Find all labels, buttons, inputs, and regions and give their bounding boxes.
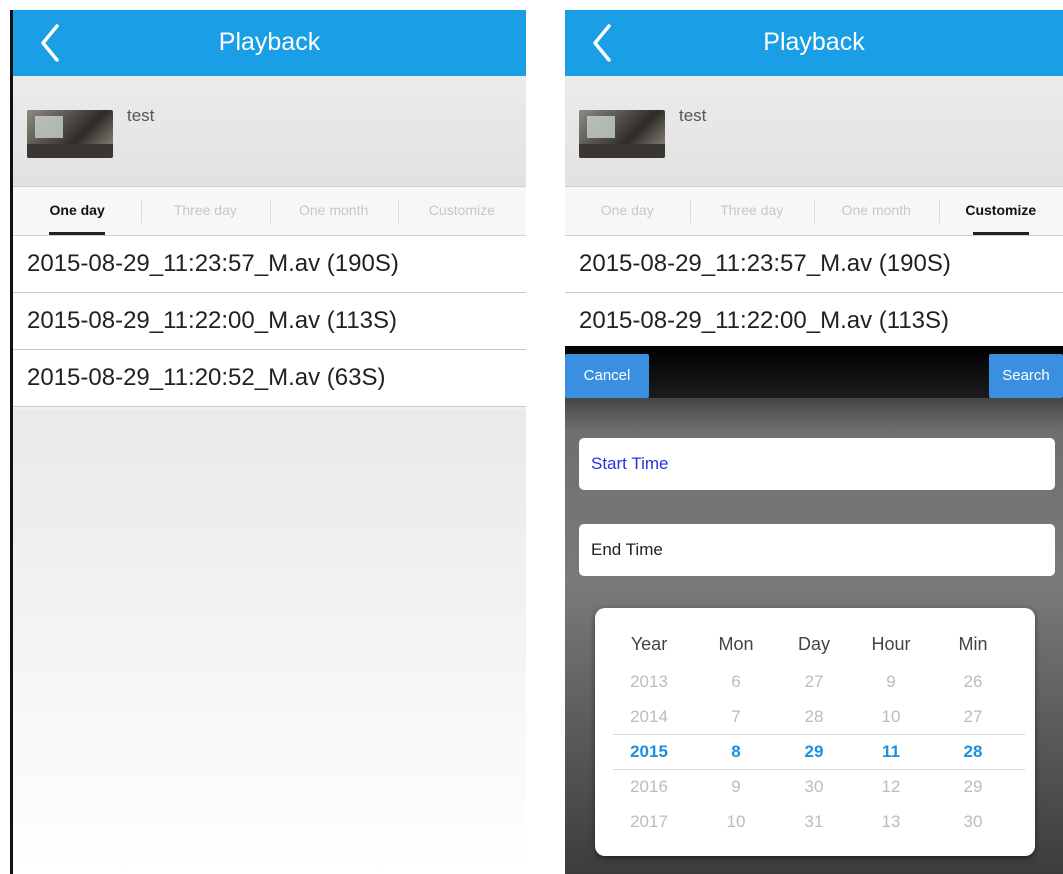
custom-time-dialog: Cancel Search Start Time End Time Year 2… xyxy=(565,346,1063,874)
recording-list: 2015-08-29_11:23:57_M.av (190S) 2015-08-… xyxy=(565,236,1063,350)
period-tabs: One day Three day One month Customize xyxy=(13,187,526,236)
tab-three-day[interactable]: Three day xyxy=(689,187,815,235)
tab-customize[interactable]: Customize xyxy=(938,187,1063,235)
recording-item[interactable]: 2015-08-29_11:20:52_M.av (63S) xyxy=(13,350,526,407)
tab-one-month[interactable]: One month xyxy=(814,187,939,235)
picker-value[interactable]: 27 xyxy=(937,699,1009,734)
start-time-field[interactable]: Start Time xyxy=(579,438,1055,490)
picker-header: Year xyxy=(630,634,668,654)
tab-three-day[interactable]: Three day xyxy=(141,187,269,235)
picker-value[interactable]: 27 xyxy=(778,664,850,699)
picker-column-day[interactable]: Day 27 28 29 30 31 xyxy=(778,608,850,839)
cancel-button[interactable]: Cancel xyxy=(565,354,649,398)
recording-list: 2015-08-29_11:23:57_M.av (190S) 2015-08-… xyxy=(13,236,526,407)
date-time-picker: Year 2013 2014 2015 2016 2017 Mon 6 7 8 … xyxy=(595,608,1035,856)
picker-value[interactable]: 26 xyxy=(937,664,1009,699)
recording-item[interactable]: 2015-08-29_11:23:57_M.av (190S) xyxy=(13,236,526,293)
picker-value[interactable]: 12 xyxy=(855,769,927,804)
picker-value[interactable]: 30 xyxy=(778,769,850,804)
picker-value[interactable]: 9 xyxy=(855,664,927,699)
picker-value[interactable]: 10 xyxy=(700,804,772,839)
tab-one-day[interactable]: One day xyxy=(13,187,141,235)
picker-header: Day xyxy=(797,634,830,654)
picker-column-hour[interactable]: Hour 9 10 11 12 13 xyxy=(855,608,927,839)
recording-item[interactable]: 2015-08-29_11:23:57_M.av (190S) xyxy=(565,236,1063,293)
app-bar: Playback xyxy=(565,10,1063,76)
tab-one-month[interactable]: One month xyxy=(269,187,398,235)
camera-thumbnail xyxy=(579,110,665,158)
screen-left: Playback test One day Three day One mont… xyxy=(10,10,526,874)
page-title: Playback xyxy=(763,28,865,56)
device-header: test xyxy=(13,76,526,187)
picker-header: Mon xyxy=(718,634,754,654)
device-name: test xyxy=(679,106,707,125)
screen-right: Playback test One day Three day One mont… xyxy=(565,10,1063,874)
picker-value[interactable]: 2013 xyxy=(613,664,685,699)
picker-value[interactable]: 10 xyxy=(855,699,927,734)
picker-value[interactable]: 7 xyxy=(700,699,772,734)
app-bar: Playback xyxy=(13,10,526,76)
end-time-field[interactable]: End Time xyxy=(579,524,1055,576)
picker-header: Min xyxy=(958,634,988,654)
picker-value-selected[interactable]: 8 xyxy=(700,734,772,769)
period-tabs: One day Three day One month Customize xyxy=(565,187,1063,236)
picker-value-selected[interactable]: 11 xyxy=(855,734,927,769)
device-header: test xyxy=(565,76,1063,187)
recording-item[interactable]: 2015-08-29_11:22:00_M.av (113S) xyxy=(565,293,1063,350)
picker-column-minute[interactable]: Min 26 27 28 29 30 xyxy=(937,608,1009,839)
picker-column-year[interactable]: Year 2013 2014 2015 2016 2017 xyxy=(613,608,685,839)
picker-value[interactable]: 30 xyxy=(937,804,1009,839)
tab-one-day[interactable]: One day xyxy=(565,187,690,235)
picker-value-selected[interactable]: 28 xyxy=(937,734,1009,769)
tab-customize[interactable]: Customize xyxy=(397,187,526,235)
device-name: test xyxy=(127,106,155,125)
picker-value[interactable]: 9 xyxy=(700,769,772,804)
picker-value[interactable]: 28 xyxy=(778,699,850,734)
picker-value[interactable]: 13 xyxy=(855,804,927,839)
recording-item[interactable]: 2015-08-29_11:22:00_M.av (113S) xyxy=(13,293,526,350)
camera-thumbnail xyxy=(27,110,113,158)
picker-column-month[interactable]: Mon 6 7 8 9 10 xyxy=(700,608,772,839)
search-button[interactable]: Search xyxy=(989,354,1063,398)
picker-value-selected[interactable]: 29 xyxy=(778,734,850,769)
picker-value[interactable]: 6 xyxy=(700,664,772,699)
picker-value[interactable]: 2016 xyxy=(613,769,685,804)
list-empty-area xyxy=(13,410,526,874)
picker-value[interactable]: 2014 xyxy=(613,699,685,734)
page-title: Playback xyxy=(218,28,321,56)
picker-header: Hour xyxy=(871,634,911,654)
picker-value[interactable]: 31 xyxy=(778,804,850,839)
picker-value[interactable]: 2017 xyxy=(613,804,685,839)
picker-value[interactable]: 29 xyxy=(937,769,1009,804)
picker-value-selected[interactable]: 2015 xyxy=(613,734,685,769)
